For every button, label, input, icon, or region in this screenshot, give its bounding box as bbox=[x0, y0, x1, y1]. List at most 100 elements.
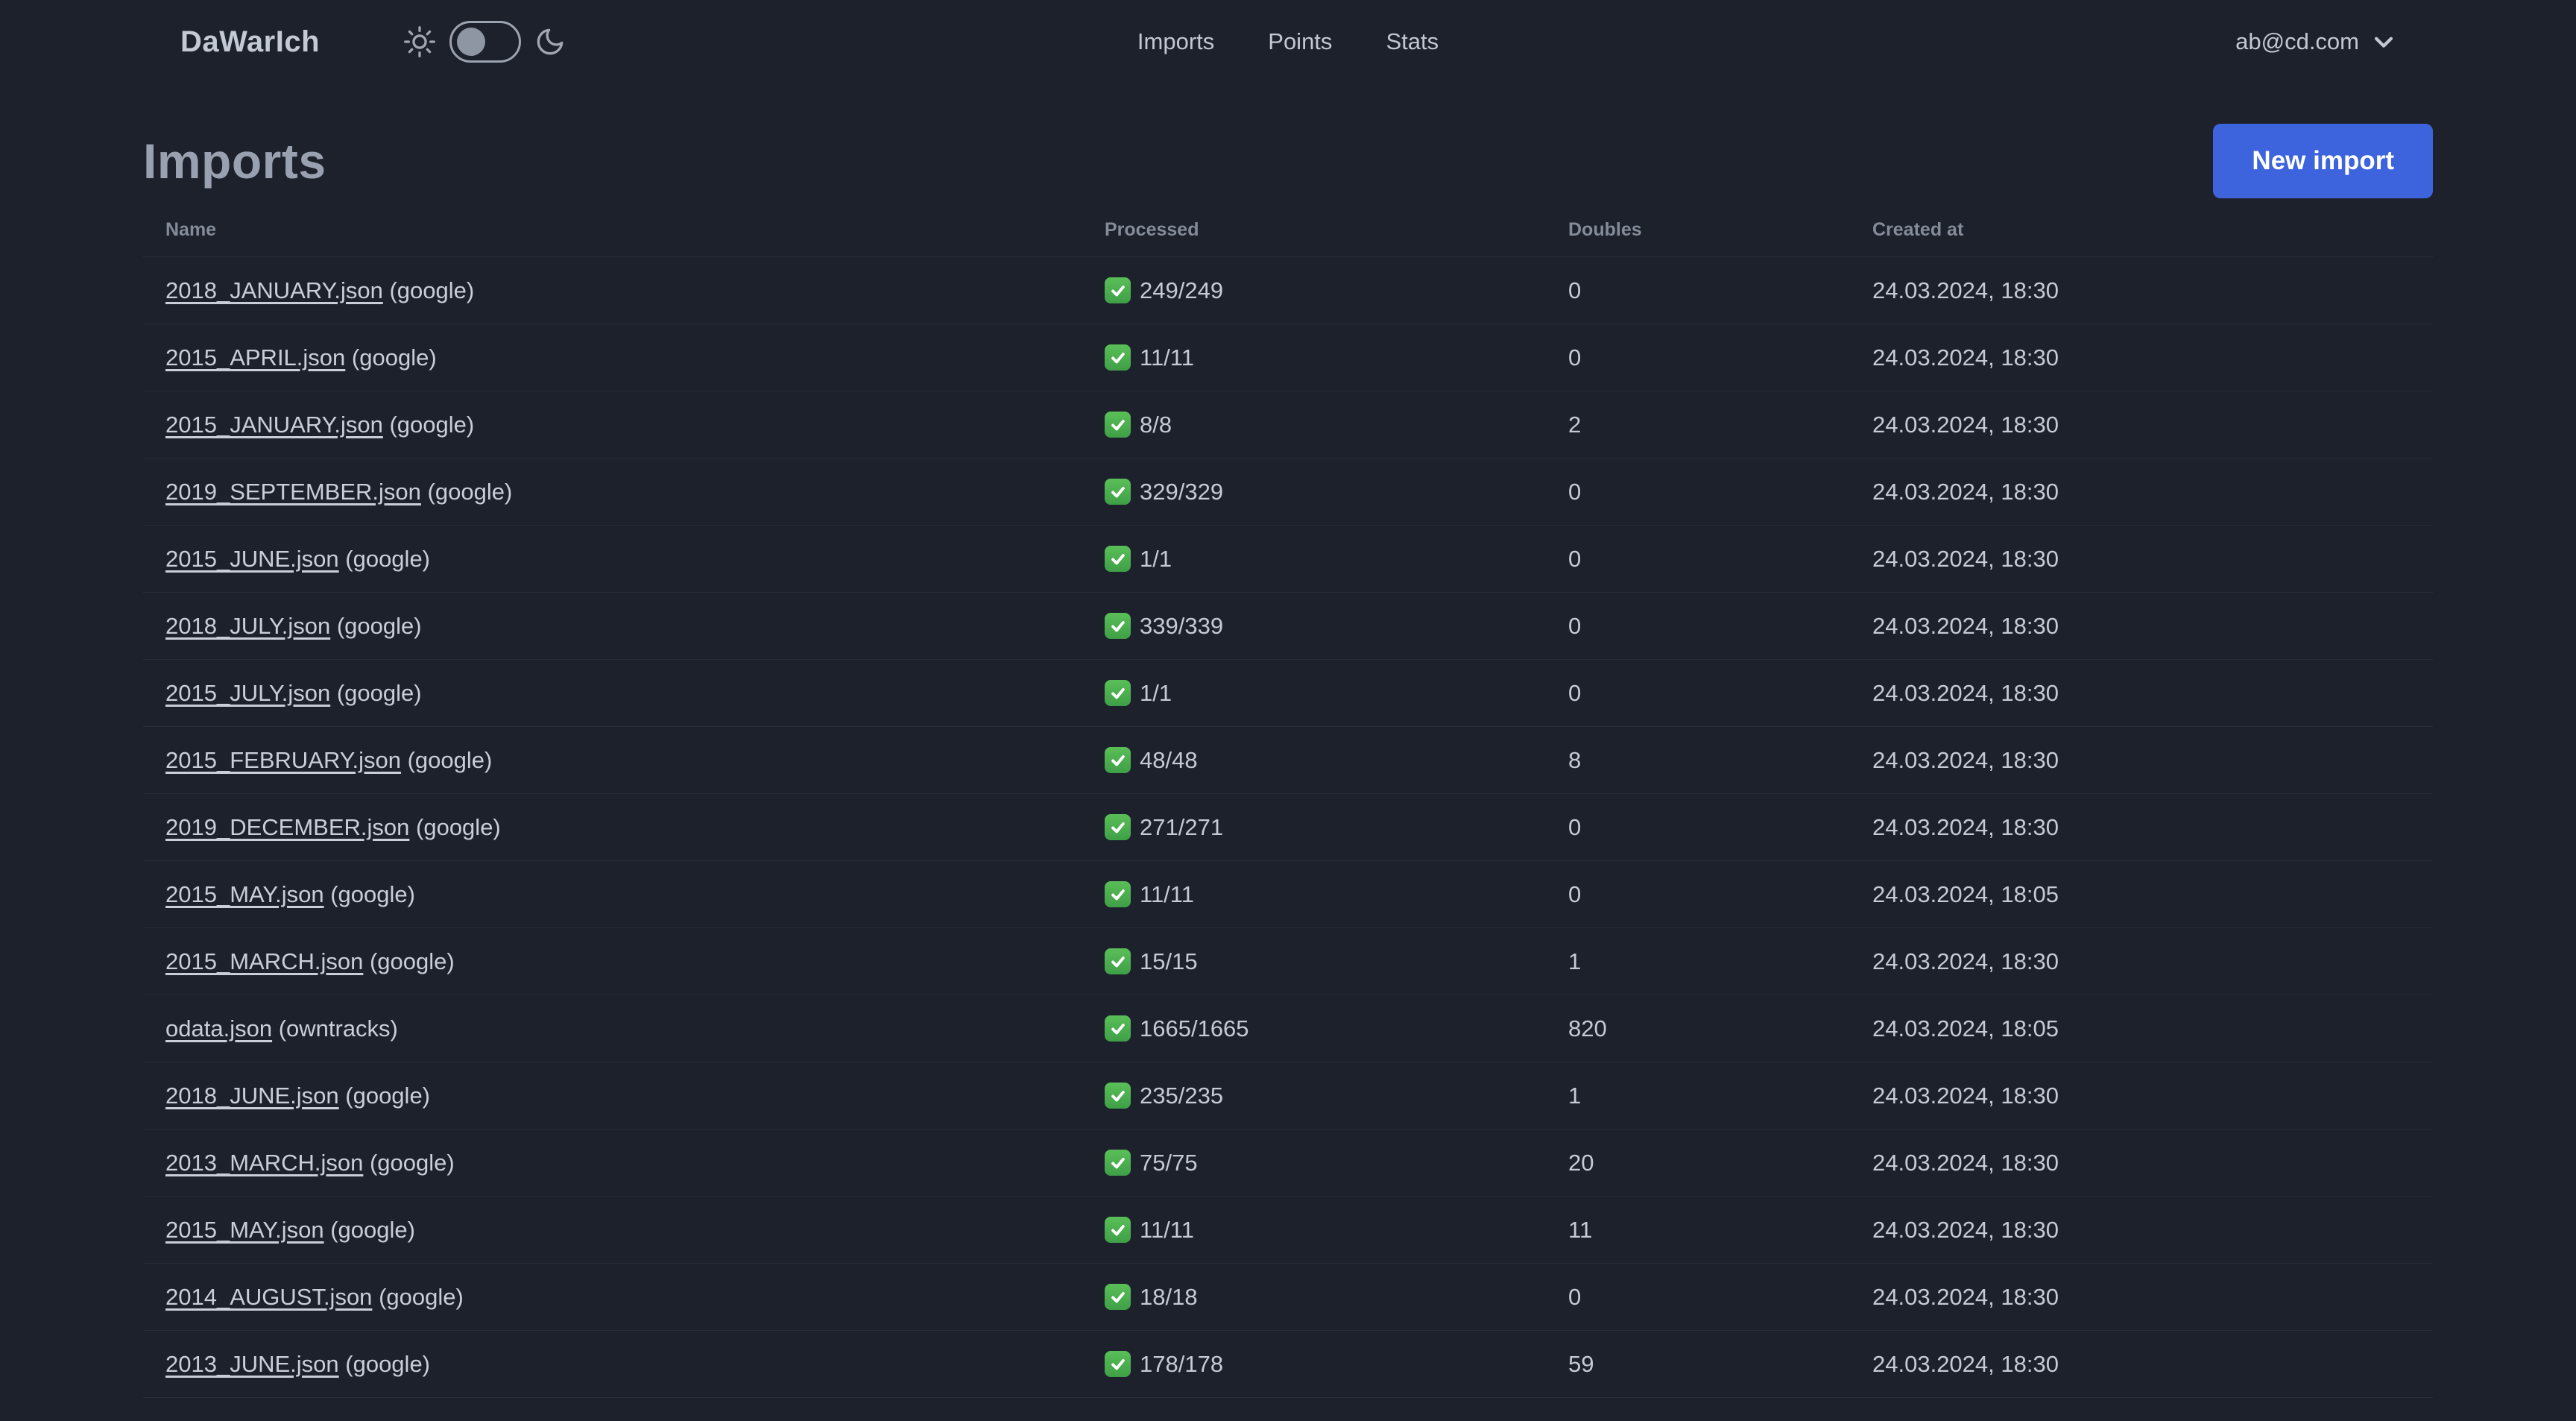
cell-doubles: 0 bbox=[1568, 277, 1582, 303]
cell-processed: 1/1 bbox=[1105, 680, 1568, 707]
chevron-down-icon bbox=[2371, 29, 2396, 54]
import-source: (google) bbox=[351, 344, 437, 371]
cell-name: 2015_MARCH.json (google) bbox=[165, 948, 1105, 975]
processed-count: 11/11 bbox=[1140, 344, 1194, 371]
check-icon bbox=[1105, 613, 1131, 639]
check-icon bbox=[1105, 344, 1131, 371]
import-source: (google) bbox=[427, 478, 513, 505]
processed-count: 178/178 bbox=[1140, 1350, 1224, 1377]
column-header-name: Name bbox=[165, 218, 217, 240]
import-file-link[interactable]: 2015_JANUARY.json bbox=[165, 412, 383, 438]
table-row: 2015_JANUARY.json (google) 8/8 2 24.03.2… bbox=[143, 391, 2433, 459]
check-icon bbox=[1105, 1150, 1131, 1176]
cell-doubles: 0 bbox=[1568, 880, 1582, 907]
import-file-link[interactable]: 2018_JANUARY.json bbox=[165, 277, 383, 303]
import-file-link[interactable]: 2013_JUNE.json bbox=[165, 1351, 339, 1377]
cell-doubles: 2 bbox=[1568, 411, 1582, 438]
moon-icon bbox=[534, 26, 566, 57]
import-file-link[interactable]: 2015_APRIL.json bbox=[165, 344, 345, 371]
check-icon bbox=[1105, 277, 1131, 303]
import-file-link[interactable]: odata.json bbox=[165, 1015, 272, 1042]
page-head: Imports New import bbox=[143, 119, 2433, 203]
cell-doubles: 0 bbox=[1568, 813, 1582, 840]
import-file-link[interactable]: 2013_MARCH.json bbox=[165, 1150, 363, 1176]
check-icon bbox=[1105, 680, 1131, 706]
cell-processed: 15/15 bbox=[1105, 948, 1568, 975]
cell-created-at: 24.03.2024, 18:30 bbox=[1872, 1082, 2059, 1109]
theme-toggle-group bbox=[403, 21, 566, 63]
import-file-link[interactable]: 2015_MAY.json bbox=[165, 881, 324, 907]
check-icon bbox=[1105, 412, 1131, 438]
cell-created-at: 24.03.2024, 18:30 bbox=[1872, 813, 2059, 840]
table-row: 2015_APRIL.json (google) 11/11 0 24.03.2… bbox=[143, 324, 2433, 391]
cell-name: 2018_JULY.json (google) bbox=[165, 613, 1105, 640]
import-source: (google) bbox=[416, 813, 501, 840]
theme-toggle[interactable] bbox=[449, 21, 522, 63]
cell-name: 2018_JANUARY.json (google) bbox=[165, 277, 1105, 304]
import-file-link[interactable]: 2019_SEPTEMBER.json bbox=[165, 479, 421, 505]
cell-created-at: 24.03.2024, 18:30 bbox=[1872, 545, 2059, 572]
cell-processed: 48/48 bbox=[1105, 747, 1568, 774]
check-icon bbox=[1105, 1217, 1131, 1243]
import-file-link[interactable]: 2015_MAY.json bbox=[165, 1217, 324, 1243]
cell-processed: 235/235 bbox=[1105, 1083, 1568, 1109]
table-row: 2013_JUNE.json (google) 178/178 59 24.03… bbox=[143, 1331, 2433, 1398]
processed-count: 249/249 bbox=[1140, 277, 1224, 303]
cell-processed: 1/1 bbox=[1105, 546, 1568, 573]
import-source: (google) bbox=[389, 411, 475, 438]
cell-name: 2015_JANUARY.json (google) bbox=[165, 412, 1105, 438]
processed-count: 75/75 bbox=[1140, 1149, 1198, 1176]
import-source: (google) bbox=[330, 1216, 415, 1243]
theme-toggle-knob[interactable] bbox=[457, 28, 486, 56]
imports-table-body: 2018_JANUARY.json (google) 249/249 0 24.… bbox=[143, 257, 2433, 1398]
cell-name: 2019_SEPTEMBER.json (google) bbox=[165, 479, 1105, 505]
import-file-link[interactable]: 2019_DECEMBER.json bbox=[165, 814, 409, 840]
processed-count: 329/329 bbox=[1140, 478, 1224, 505]
check-icon bbox=[1105, 1284, 1131, 1310]
cell-doubles: 8 bbox=[1568, 746, 1582, 773]
cell-name: 2014_AUGUST.json (google) bbox=[165, 1284, 1105, 1311]
processed-count: 48/48 bbox=[1140, 746, 1198, 773]
import-file-link[interactable]: 2015_FEBRUARY.json bbox=[165, 747, 401, 773]
cell-created-at: 24.03.2024, 18:05 bbox=[1872, 1015, 2059, 1042]
import-file-link[interactable]: 2018_JULY.json bbox=[165, 613, 330, 639]
table-row: odata.json (owntracks) 1665/1665 820 24.… bbox=[143, 995, 2433, 1062]
nav-link-stats[interactable]: Stats bbox=[1386, 28, 1439, 55]
import-source: (google) bbox=[336, 679, 422, 706]
import-file-link[interactable]: 2015_JUNE.json bbox=[165, 546, 339, 572]
import-file-link[interactable]: 2018_JUNE.json bbox=[165, 1083, 339, 1109]
cell-created-at: 24.03.2024, 18:30 bbox=[1872, 679, 2059, 706]
main-content: Imports New import Name Processed Double… bbox=[0, 119, 2576, 1421]
cell-doubles: 0 bbox=[1568, 478, 1582, 505]
processed-count: 1/1 bbox=[1140, 679, 1172, 706]
import-file-link[interactable]: 2015_JULY.json bbox=[165, 680, 330, 706]
processed-count: 11/11 bbox=[1140, 880, 1194, 907]
check-icon bbox=[1105, 881, 1131, 907]
cell-name: odata.json (owntracks) bbox=[165, 1015, 1105, 1042]
cell-doubles: 1 bbox=[1568, 1082, 1582, 1109]
processed-count: 235/235 bbox=[1140, 1082, 1224, 1109]
cell-processed: 271/271 bbox=[1105, 814, 1568, 841]
sun-icon bbox=[403, 25, 436, 58]
table-row: 2014_AUGUST.json (google) 18/18 0 24.03.… bbox=[143, 1264, 2433, 1331]
new-import-button[interactable]: New import bbox=[2213, 124, 2433, 198]
processed-count: 15/15 bbox=[1140, 948, 1198, 974]
account-menu[interactable]: ab@cd.com bbox=[2235, 28, 2396, 55]
import-source: (google) bbox=[345, 545, 431, 572]
import-source: (google) bbox=[336, 612, 422, 639]
cell-created-at: 24.03.2024, 18:30 bbox=[1872, 277, 2059, 303]
cell-processed: 329/329 bbox=[1105, 479, 1568, 505]
nav-link-imports[interactable]: Imports bbox=[1137, 28, 1214, 55]
table-row: 2015_MAY.json (google) 11/11 0 24.03.202… bbox=[143, 861, 2433, 928]
cell-processed: 11/11 bbox=[1105, 1217, 1568, 1244]
cell-name: 2015_APRIL.json (google) bbox=[165, 344, 1105, 371]
table-row: 2019_DECEMBER.json (google) 271/271 0 24… bbox=[143, 794, 2433, 861]
table-row: 2018_JULY.json (google) 339/339 0 24.03.… bbox=[143, 593, 2433, 660]
import-file-link[interactable]: 2015_MARCH.json bbox=[165, 948, 363, 974]
cell-created-at: 24.03.2024, 18:30 bbox=[1872, 478, 2059, 505]
check-icon bbox=[1105, 948, 1131, 974]
nav-link-points[interactable]: Points bbox=[1268, 28, 1332, 55]
processed-count: 18/18 bbox=[1140, 1283, 1198, 1310]
import-file-link[interactable]: 2014_AUGUST.json bbox=[165, 1284, 372, 1310]
cell-created-at: 24.03.2024, 18:30 bbox=[1872, 1350, 2059, 1377]
